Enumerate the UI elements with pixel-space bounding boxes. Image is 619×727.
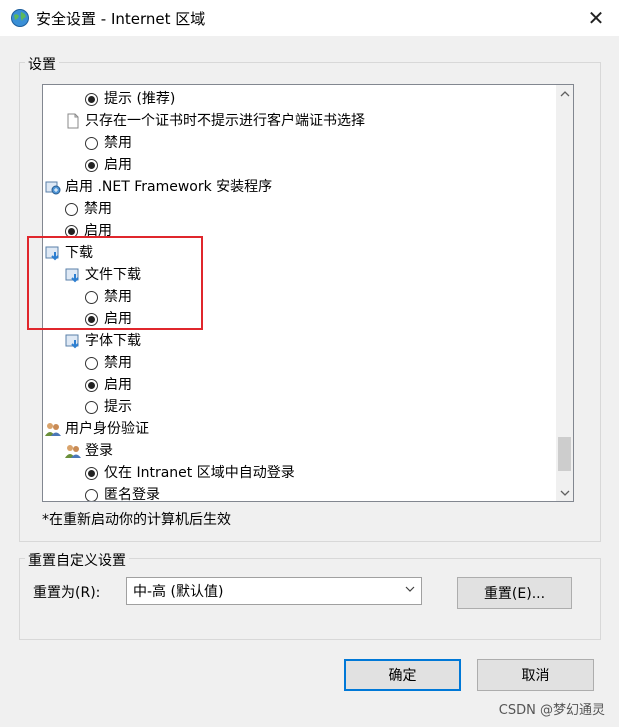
tree-item-label: 禁用 bbox=[104, 289, 132, 305]
radio-option[interactable]: 仅在 Intranet 区域中自动登录 bbox=[85, 462, 295, 484]
tree-node: 启用 .NET Framework 安装程序 bbox=[45, 176, 272, 198]
tree-node: 下载 bbox=[45, 242, 93, 264]
tree-item-label: 提示 (推荐) bbox=[104, 91, 176, 107]
tree-item-label: 匿名登录 bbox=[104, 487, 160, 502]
close-icon: ✕ bbox=[587, 6, 605, 30]
tree-node: 用户身份验证 bbox=[45, 418, 149, 440]
radio-option[interactable]: 提示 (推荐) bbox=[85, 88, 175, 110]
reset-to-label: 重置为(R): bbox=[33, 585, 101, 601]
tree-item-label: 只存在一个证书时不提示进行客户端证书选择 bbox=[85, 113, 365, 129]
chevron-down-icon bbox=[405, 586, 415, 592]
cancel-button[interactable]: 取消 bbox=[477, 659, 594, 691]
settings-node-icon bbox=[45, 179, 61, 195]
download-node-icon bbox=[45, 245, 61, 261]
tree-item-label: 禁用 bbox=[84, 201, 112, 217]
vertical-scrollbar[interactable] bbox=[556, 85, 573, 501]
tree-item-label: 启用 bbox=[84, 223, 112, 239]
radio-option[interactable]: 禁用 bbox=[85, 132, 132, 154]
watermark: CSDN @梦幻通灵 bbox=[498, 703, 605, 718]
chevron-down-icon bbox=[560, 490, 569, 496]
tree-item-label: 提示 bbox=[104, 399, 132, 415]
radio-option[interactable]: 禁用 bbox=[65, 198, 112, 220]
settings-group-label: 设置 bbox=[25, 54, 59, 74]
tree-item-label: 仅在 Intranet 区域中自动登录 bbox=[104, 465, 295, 481]
radio-checked[interactable] bbox=[85, 378, 98, 392]
tree-item-label: 启用 bbox=[104, 311, 132, 327]
tree-node: 登录 bbox=[65, 440, 113, 462]
radio-checked[interactable] bbox=[85, 158, 98, 172]
reset-group-label: 重置自定义设置 bbox=[25, 550, 129, 570]
ok-button[interactable]: 确定 bbox=[344, 659, 461, 691]
download-node-icon bbox=[65, 333, 81, 349]
radio-option[interactable]: 禁用 bbox=[85, 352, 132, 374]
radio-checked[interactable] bbox=[85, 312, 98, 326]
radio-unchecked[interactable] bbox=[85, 488, 98, 501]
tree-item-label: 启用 .NET Framework 安装程序 bbox=[65, 179, 273, 195]
radio-unchecked[interactable] bbox=[85, 400, 98, 414]
scroll-up-button[interactable] bbox=[556, 85, 573, 102]
users-node-icon bbox=[45, 421, 61, 437]
tree-item-label: 禁用 bbox=[104, 355, 132, 371]
internet-globe-icon bbox=[11, 9, 29, 27]
tree-item-label: 启用 bbox=[104, 157, 132, 173]
security-level-select[interactable]: 中-高 (默认值) bbox=[126, 577, 422, 605]
tree-item-label: 文件下载 bbox=[85, 267, 141, 283]
radio-unchecked[interactable] bbox=[85, 290, 98, 304]
radio-checked[interactable] bbox=[85, 92, 98, 106]
radio-option[interactable]: 提示 bbox=[85, 396, 132, 418]
reset-button[interactable]: 重置(E)... bbox=[457, 577, 572, 609]
radio-option[interactable]: 启用 bbox=[85, 308, 132, 330]
tree-node: 字体下载 bbox=[65, 330, 141, 352]
scrollbar-thumb[interactable] bbox=[558, 437, 571, 471]
radio-checked[interactable] bbox=[85, 466, 98, 480]
title-bar: 安全设置 - Internet 区域 ✕ bbox=[0, 0, 619, 36]
radio-option[interactable]: 禁用 bbox=[85, 286, 132, 308]
document-icon bbox=[65, 113, 81, 129]
radio-option[interactable]: 匿名登录 bbox=[85, 484, 160, 502]
radio-option[interactable]: 启用 bbox=[65, 220, 112, 242]
scroll-down-button[interactable] bbox=[556, 484, 573, 501]
download-node-icon bbox=[65, 267, 81, 283]
tree-item-label: 启用 bbox=[104, 377, 132, 393]
tree-node: 文件下载 bbox=[65, 264, 141, 286]
close-button[interactable]: ✕ bbox=[573, 0, 619, 36]
radio-unchecked[interactable] bbox=[85, 136, 98, 150]
radio-checked[interactable] bbox=[65, 224, 78, 238]
tree-item-label: 登录 bbox=[85, 443, 113, 459]
radio-option[interactable]: 启用 bbox=[85, 374, 132, 396]
tree-node: 只存在一个证书时不提示进行客户端证书选择 bbox=[65, 110, 365, 132]
chevron-up-icon bbox=[560, 90, 569, 96]
radio-unchecked[interactable] bbox=[85, 356, 98, 370]
radio-unchecked[interactable] bbox=[65, 202, 78, 216]
restart-note: *在重新启动你的计算机后生效 bbox=[42, 512, 231, 528]
radio-option[interactable]: 启用 bbox=[85, 154, 132, 176]
tree-item-label: 用户身份验证 bbox=[65, 421, 149, 437]
window-title: 安全设置 - Internet 区域 bbox=[36, 10, 206, 28]
tree-item-label: 禁用 bbox=[104, 135, 132, 151]
security-level-value: 中-高 (默认值) bbox=[133, 584, 224, 600]
settings-listbox[interactable]: 提示 (推荐) 只存在一个证书时不提示进行客户端证书选择 禁用 启用 启用 .NET F… bbox=[42, 84, 574, 502]
tree-item-label: 下载 bbox=[65, 245, 93, 261]
users-node-icon bbox=[65, 443, 81, 459]
tree-item-label: 字体下载 bbox=[85, 333, 141, 349]
